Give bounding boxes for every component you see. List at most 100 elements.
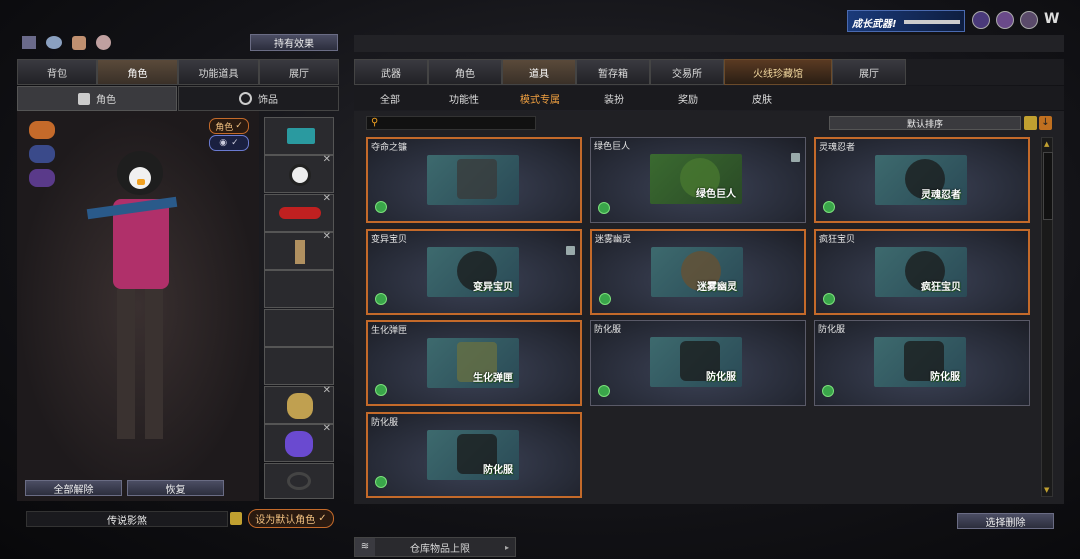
tab-weapons[interactable]: 武器 bbox=[354, 59, 428, 85]
storage-limit-bar[interactable]: ≋ 仓库物品上限 ▸ bbox=[354, 537, 516, 557]
item-card[interactable]: 灵魂忍者 灵魂忍者 bbox=[814, 137, 1030, 223]
item-card[interactable]: 变异宝贝 变异宝贝 bbox=[366, 229, 582, 315]
item-card[interactable]: 生化弹匣 生化弹匣 bbox=[366, 320, 582, 406]
select-delete-button[interactable]: 选择删除 bbox=[957, 513, 1054, 529]
subtab-all[interactable]: 全部 bbox=[362, 87, 418, 109]
set-default-character-button[interactable]: 设为默认角色 ✓ bbox=[248, 509, 334, 528]
subtab-skin[interactable]: 皮肤 bbox=[734, 87, 790, 109]
list-view-icon[interactable] bbox=[1024, 116, 1037, 130]
hazmat-suit-image: 防化服 bbox=[427, 430, 519, 480]
tab-items[interactable]: 道具 bbox=[502, 59, 576, 85]
slot-armor[interactable] bbox=[264, 309, 334, 347]
subtab-reward[interactable]: 奖励 bbox=[660, 87, 716, 109]
slot-ring[interactable] bbox=[264, 463, 334, 499]
unequip-all-button[interactable]: 全部解除 bbox=[25, 480, 122, 496]
slot-head[interactable]: ✕ bbox=[264, 154, 334, 193]
item-card[interactable]: 绿色巨人 绿色巨人 bbox=[590, 137, 806, 223]
scroll-up-icon[interactable]: ▲ bbox=[1044, 140, 1049, 148]
item-card[interactable]: 防化服 防化服 bbox=[814, 320, 1030, 406]
subtab-functional[interactable]: 功能性 bbox=[436, 87, 492, 109]
scrollbar[interactable]: ▲ ▼ bbox=[1041, 137, 1053, 497]
check-icon: ✓ bbox=[318, 513, 327, 524]
subtab-character[interactable]: 角色 bbox=[17, 86, 177, 111]
banner-text: 成长武器! bbox=[852, 19, 897, 30]
item-image-label: 绿色巨人 bbox=[696, 189, 736, 200]
item-card[interactable]: 疯狂宝贝 疯狂宝贝 bbox=[814, 229, 1030, 315]
character-tag-label: 角色 bbox=[215, 122, 234, 133]
mode-icon bbox=[375, 476, 387, 488]
purple-class-icon[interactable] bbox=[29, 169, 55, 187]
globe-icon[interactable] bbox=[996, 11, 1014, 29]
search-input[interactable] bbox=[385, 117, 537, 131]
slot-weapon[interactable] bbox=[264, 117, 334, 155]
sort-dropdown[interactable]: 默认排序 bbox=[829, 116, 1021, 130]
tab-collection[interactable]: 火线珍藏馆 bbox=[724, 59, 832, 85]
growth-weapon-banner[interactable]: 成长武器! bbox=[847, 10, 965, 32]
ranking-icon[interactable] bbox=[22, 36, 36, 49]
tab-functional-items[interactable]: 功能道具 bbox=[178, 59, 259, 85]
item-card[interactable]: 防化服 防化服 bbox=[590, 320, 806, 406]
remove-icon[interactable]: ✕ bbox=[323, 423, 331, 434]
tab-showroom[interactable]: 展厅 bbox=[259, 59, 339, 85]
subtab-dressup[interactable]: 装扮 bbox=[586, 87, 642, 109]
item-card[interactable]: 夺命之镰 bbox=[366, 137, 582, 223]
green-giant-image: 绿色巨人 bbox=[650, 154, 742, 204]
tab-bar-fill bbox=[906, 59, 1064, 85]
visibility-tag[interactable]: ◉ ✓ bbox=[209, 135, 249, 151]
character-tag[interactable]: 角色 ✓ bbox=[209, 118, 249, 134]
subtab-mode-exclusive[interactable]: 模式专属 bbox=[510, 87, 570, 109]
slot-radio[interactable]: ✕ bbox=[264, 231, 334, 270]
bag-icon[interactable] bbox=[96, 35, 111, 50]
restore-button[interactable]: 恢复 bbox=[127, 480, 224, 496]
top-bar bbox=[354, 35, 1064, 52]
spray-icon bbox=[285, 431, 313, 457]
slot-emblem[interactable]: ✕ bbox=[264, 385, 334, 424]
delete-icon[interactable] bbox=[791, 153, 800, 162]
hazmat-suit-image: 防化服 bbox=[874, 337, 966, 387]
remove-icon[interactable]: ✕ bbox=[323, 154, 331, 165]
item-image-label: 变异宝贝 bbox=[473, 282, 513, 293]
hand-icon[interactable] bbox=[72, 36, 86, 50]
slot-vest[interactable] bbox=[264, 270, 334, 308]
set-default-label: 设为默认角色 bbox=[255, 515, 316, 526]
subtab-accessory[interactable]: 饰品 bbox=[178, 86, 339, 111]
item-image-label: 防化服 bbox=[706, 372, 736, 383]
tab-exchange[interactable]: 交易所 bbox=[650, 59, 724, 85]
crazy-baby-image: 疯狂宝贝 bbox=[875, 247, 967, 297]
tab-characters[interactable]: 角色 bbox=[428, 59, 502, 85]
shield-badge-icon[interactable] bbox=[972, 11, 990, 29]
slot-goggles[interactable]: ✕ bbox=[264, 193, 334, 232]
item-name: 变异宝贝 bbox=[371, 235, 408, 245]
mode-icon bbox=[375, 384, 387, 396]
character-preview[interactable]: 角色 ✓ ◉ ✓ bbox=[17, 111, 259, 501]
item-name: 防化服 bbox=[818, 325, 846, 335]
tab-exhibition[interactable]: 展厅 bbox=[832, 59, 906, 85]
logo-icon[interactable]: W bbox=[1044, 11, 1062, 27]
item-image-label: 防化服 bbox=[930, 372, 960, 383]
gear-icon[interactable] bbox=[1020, 11, 1038, 29]
scroll-down-icon[interactable]: ▼ bbox=[1044, 486, 1049, 494]
eye-icon[interactable] bbox=[46, 36, 62, 49]
fog-ghost-image: 迷雾幽灵 bbox=[651, 247, 743, 297]
menu-icon[interactable] bbox=[230, 512, 242, 525]
tab-storage[interactable]: 暂存箱 bbox=[576, 59, 650, 85]
remove-icon[interactable]: ✕ bbox=[323, 231, 331, 242]
orange-class-icon[interactable] bbox=[29, 121, 55, 139]
slot-spray[interactable]: ✕ bbox=[264, 423, 334, 462]
scrollbar-thumb[interactable] bbox=[1043, 152, 1053, 220]
mode-icon bbox=[598, 202, 610, 214]
item-card[interactable]: 防化服 防化服 bbox=[366, 412, 582, 498]
tab-character[interactable]: 角色 bbox=[97, 59, 178, 85]
slot-pack[interactable] bbox=[264, 347, 334, 385]
search-box[interactable]: ⚲ bbox=[366, 116, 537, 131]
held-effects-button[interactable]: 持有效果 bbox=[250, 34, 338, 51]
remove-icon[interactable]: ✕ bbox=[323, 193, 331, 204]
item-card[interactable]: 迷雾幽灵 迷雾幽灵 bbox=[590, 229, 806, 315]
sort-direction-icon[interactable]: ↓ bbox=[1039, 116, 1052, 130]
layers-icon: ≋ bbox=[355, 538, 375, 556]
delete-icon[interactable] bbox=[566, 246, 575, 255]
tab-backpack[interactable]: 背包 bbox=[17, 59, 97, 85]
blue-class-icon[interactable] bbox=[29, 145, 55, 163]
dragon-emblem-icon bbox=[287, 393, 313, 419]
remove-icon[interactable]: ✕ bbox=[323, 385, 331, 396]
